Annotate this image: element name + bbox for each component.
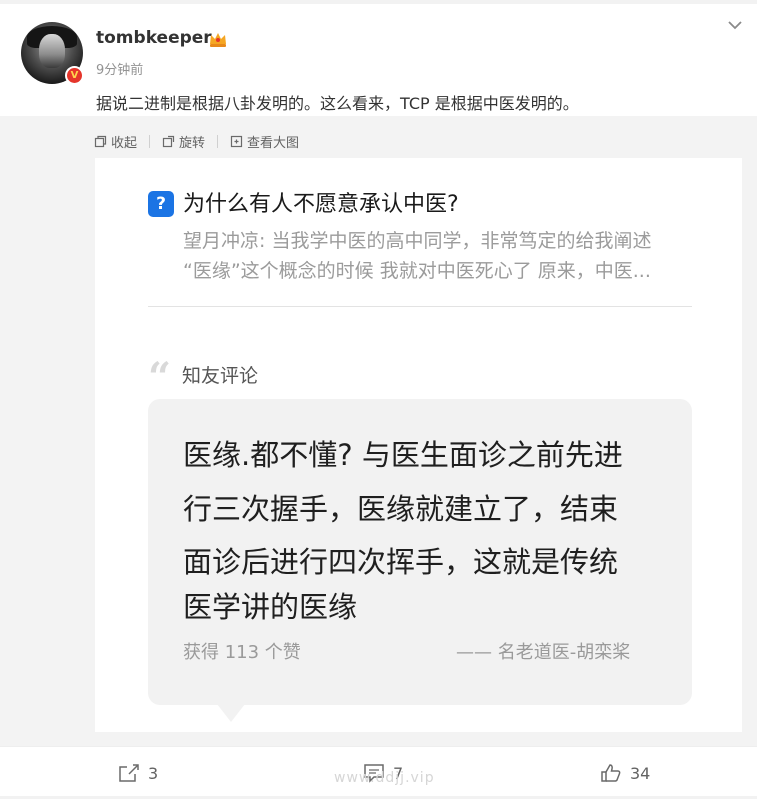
collapse-button[interactable]: 收起 — [94, 132, 137, 151]
view-large-button[interactable]: 查看大图 — [230, 132, 299, 151]
watermark: www.ddjj.vip — [334, 770, 435, 786]
repost-button[interactable]: 3 — [118, 763, 158, 783]
divider — [148, 306, 692, 307]
chevron-down-icon[interactable] — [727, 19, 743, 31]
comment-author: —— 名老道医-胡栾桨 — [456, 642, 631, 663]
like-count: 34 — [630, 763, 651, 783]
section-label: 知友评论 — [182, 365, 259, 387]
question-title: 为什么有人不愿意承认中医? — [183, 192, 459, 217]
rotate-button[interactable]: 旋转 — [162, 132, 205, 151]
repost-count: 3 — [148, 763, 159, 783]
rotate-label: 旋转 — [179, 136, 206, 151]
toolbar-divider — [149, 135, 151, 148]
share-icon — [119, 764, 139, 782]
comment-likes: 获得 113 个赞 — [183, 642, 301, 663]
image-toolbar: 收起 旋转 查看大图 — [94, 132, 299, 151]
comment-line-3: 面诊后进行四次挥手，这就是传统 — [183, 545, 619, 579]
username[interactable]: tombkeeper — [96, 28, 212, 48]
question-icon: ? — [148, 191, 174, 217]
collapse-icon — [94, 135, 107, 148]
comment-line-4: 医学讲的医缘 — [183, 590, 358, 624]
question-excerpt-line-2: “医缘”这个概念的时候 我就对中医死心了 原来，中医... — [183, 260, 651, 282]
question-excerpt-line-1: 望月冲凉: 当我学中医的高中同学，非常笃定的给我阐述 — [183, 230, 652, 252]
toolbar-divider — [217, 135, 219, 148]
collapse-label: 收起 — [111, 136, 138, 151]
post-text: 据说二进制是根据八卦发明的。这么看来，TCP 是根据中医发明的。 — [96, 94, 579, 113]
view-large-label: 查看大图 — [247, 136, 300, 151]
comment-bubble-tail — [217, 704, 245, 722]
verified-badge-icon: V — [65, 66, 84, 85]
comment-line-2: 行三次握手，医缘就建立了，结束 — [183, 492, 619, 526]
post-time[interactable]: 9分钟前 — [96, 59, 143, 78]
zoom-icon — [230, 135, 243, 148]
like-button[interactable]: 34 — [600, 763, 650, 783]
quote-icon: “ — [148, 354, 172, 401]
rotate-icon — [162, 135, 175, 148]
comment-line-1: 医缘.都不懂? 与医生面诊之前先进 — [183, 438, 623, 472]
crown-icon — [210, 33, 226, 47]
thumbs-up-icon — [601, 764, 621, 782]
avatar-face — [39, 34, 65, 68]
